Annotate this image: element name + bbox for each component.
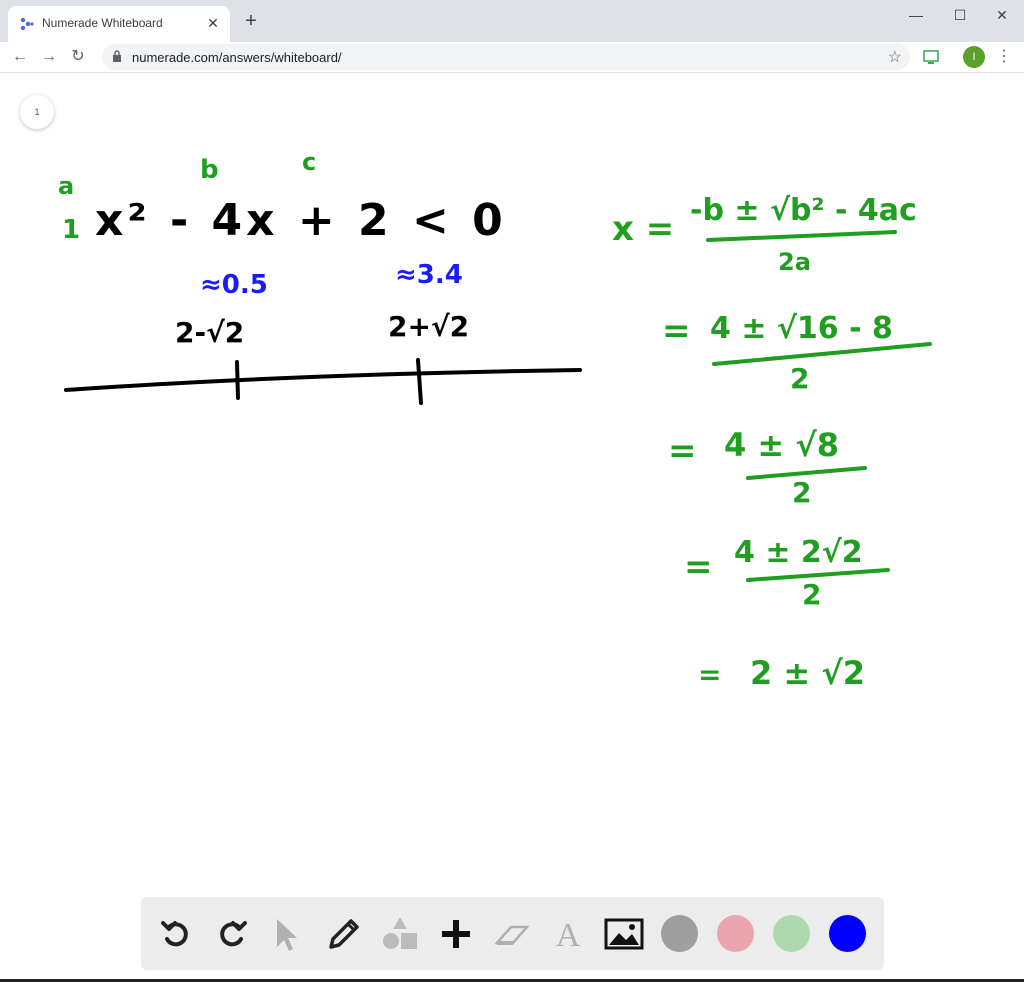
- tab-close-icon[interactable]: ✕: [204, 14, 222, 32]
- menu-kebab-icon[interactable]: ⋮: [996, 46, 1012, 68]
- bookmark-star-icon[interactable]: ☆: [888, 47, 902, 67]
- step-2-lhs: =: [662, 311, 691, 351]
- maximize-icon[interactable]: ☐: [940, 4, 980, 26]
- coef-a-label: a: [58, 172, 74, 200]
- lock-icon: [113, 50, 121, 62]
- step-1-fraction-bar: [706, 230, 897, 242]
- url-text: numerade.com/answers/whiteboard/: [132, 50, 342, 65]
- coef-a-value: 1: [62, 215, 80, 245]
- formula-step-5: = 2 ± √2: [698, 654, 865, 692]
- formula-step-3: = 4 ± √8 2: [668, 426, 867, 509]
- forward-icon[interactable]: →: [38, 46, 60, 68]
- formula-step-2: = 4 ± √16 - 8 2: [662, 311, 932, 395]
- formula-step-4: = 4 ± 2√2 2: [684, 535, 890, 611]
- step-5-result: 2 ± √2: [750, 654, 865, 692]
- step-1-denominator: 2a: [778, 248, 811, 276]
- number-line: [64, 368, 582, 392]
- minimize-icon[interactable]: —: [896, 4, 936, 26]
- text-icon[interactable]: A: [547, 913, 589, 955]
- coef-c-label: c: [302, 148, 316, 176]
- color-swatch-blue[interactable]: [829, 915, 866, 952]
- step-3-denominator: 2: [792, 476, 811, 509]
- drawing-toolbar: A: [141, 897, 884, 970]
- number-line-tick-1: [235, 360, 240, 400]
- pointer-icon[interactable]: [265, 913, 307, 955]
- plus-icon[interactable]: [435, 913, 477, 955]
- color-swatch-pink[interactable]: [717, 915, 754, 952]
- reload-icon[interactable]: ↻: [67, 46, 89, 68]
- inequality-text: x² - 4x + 2 < 0: [95, 195, 507, 246]
- back-icon[interactable]: ←: [9, 46, 31, 68]
- window-close-icon[interactable]: ✕: [982, 4, 1022, 26]
- step-4-lhs: =: [684, 547, 713, 587]
- profile-avatar[interactable]: I: [963, 46, 985, 68]
- step-4-denominator: 2: [802, 578, 821, 611]
- step-5-lhs: =: [698, 658, 721, 691]
- step-1-numerator: -b ± √b² - 4ac: [690, 193, 917, 228]
- cast-icon[interactable]: [922, 48, 940, 66]
- text-tool-glyph: A: [556, 917, 581, 954]
- color-swatch-gray[interactable]: [661, 915, 698, 952]
- root-2: 2+√2: [388, 310, 469, 343]
- step-1-lhs: x =: [612, 209, 674, 249]
- formula-step-1: x = -b ± √b² - 4ac 2a: [612, 193, 917, 276]
- color-swatch-green[interactable]: [773, 915, 810, 952]
- number-line-tick-2: [416, 358, 423, 405]
- browser-tab-bar: Numerade Whiteboard ✕ + — ☐ ✕: [0, 0, 1024, 42]
- tab-title: Numerade Whiteboard: [42, 16, 163, 30]
- root-approx-1: ≈0.5: [200, 270, 268, 300]
- step-2-numerator: 4 ± √16 - 8: [710, 311, 893, 346]
- step-3-numerator: 4 ± √8: [724, 426, 839, 464]
- step-3-lhs: =: [668, 431, 697, 471]
- undo-icon[interactable]: [155, 913, 197, 955]
- shapes-icon[interactable]: [379, 913, 421, 955]
- image-icon[interactable]: [603, 913, 645, 955]
- redo-icon[interactable]: [211, 913, 253, 955]
- address-bar[interactable]: numerade.com/answers/whiteboard/ ☆: [102, 44, 910, 70]
- root-1: 2-√2: [175, 316, 244, 349]
- eraser-icon[interactable]: [491, 913, 533, 955]
- browser-tab[interactable]: Numerade Whiteboard ✕: [8, 6, 230, 42]
- root-approx-2: ≈3.4: [395, 260, 463, 290]
- coef-b-label: b: [200, 155, 219, 185]
- numerade-logo-icon: [20, 17, 34, 31]
- browser-toolbar: ← → ↻ numerade.com/answers/whiteboard/ ☆…: [0, 42, 1024, 73]
- pen-icon[interactable]: [323, 913, 365, 955]
- step-2-denominator: 2: [790, 362, 809, 395]
- step-4-numerator: 4 ± 2√2: [734, 535, 863, 570]
- step-2-fraction-bar: [712, 342, 932, 366]
- whiteboard-canvas[interactable]: a 1 b c x² - 4x + 2 < 0 ≈0.5 ≈3.4 2-√2 2…: [0, 73, 1024, 982]
- new-tab-button[interactable]: +: [240, 10, 262, 32]
